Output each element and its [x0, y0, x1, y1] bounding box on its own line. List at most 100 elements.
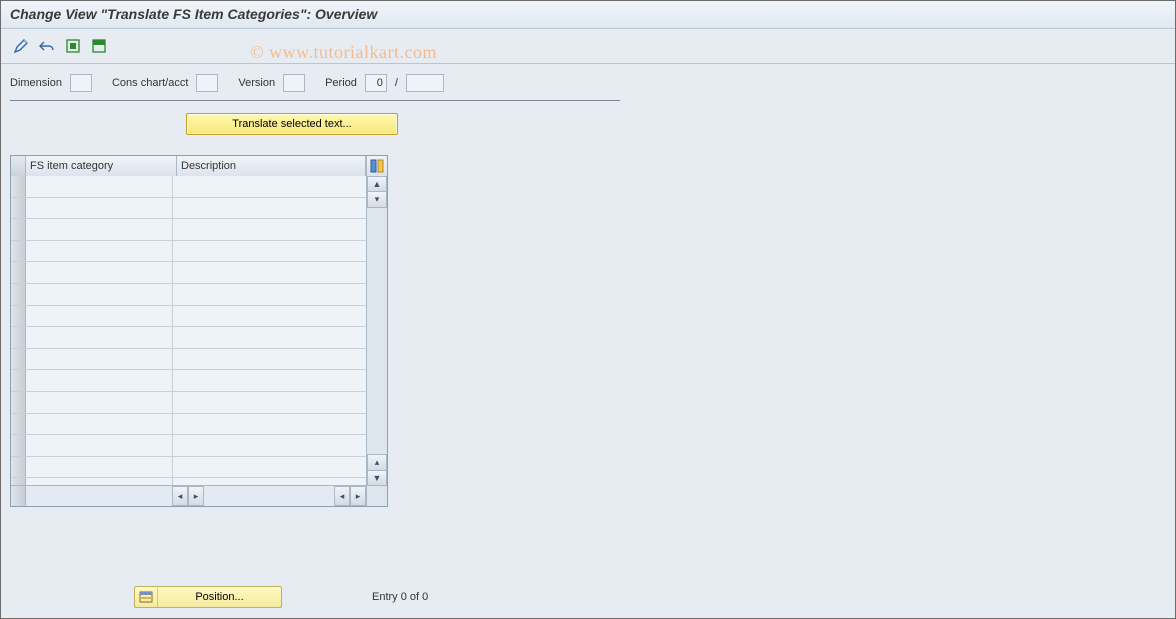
undo-button[interactable]: [36, 35, 58, 57]
translate-selected-text-button[interactable]: Translate selected text...: [186, 113, 398, 135]
cell-category[interactable]: [26, 349, 173, 370]
table-row[interactable]: [11, 457, 367, 479]
scroll-right-button-1[interactable]: ▸: [188, 486, 204, 506]
cell-category[interactable]: [26, 219, 173, 240]
row-selector[interactable]: [11, 306, 26, 327]
year-field[interactable]: [406, 74, 444, 92]
version-label: Version: [238, 77, 275, 89]
cell-description[interactable]: [173, 392, 367, 413]
period-field[interactable]: 0: [365, 74, 387, 92]
row-selector[interactable]: [11, 349, 26, 370]
position-icon: [135, 587, 158, 607]
table-row[interactable]: [11, 349, 367, 371]
period-separator: /: [395, 77, 398, 89]
cell-description[interactable]: [173, 370, 367, 391]
row-selector[interactable]: [11, 219, 26, 240]
page-title: Change View "Translate FS Item Categorie…: [10, 6, 377, 22]
table-row[interactable]: [11, 241, 367, 263]
row-selector[interactable]: [11, 370, 26, 391]
horizontal-scrollbar[interactable]: ◂ ▸ ◂ ▸: [11, 485, 387, 506]
deselect-all-button[interactable]: [88, 35, 110, 57]
deselect-all-icon: [91, 38, 107, 54]
cell-description[interactable]: [173, 327, 367, 348]
row-selector[interactable]: [11, 414, 26, 435]
table-header: FS item category Description: [11, 156, 387, 177]
table-select-all-handle[interactable]: [11, 156, 26, 176]
dimension-label: Dimension: [10, 77, 62, 89]
table-settings-icon: [370, 159, 384, 173]
cell-description[interactable]: [173, 219, 367, 240]
cell-description[interactable]: [173, 198, 367, 219]
cell-category[interactable]: [26, 435, 173, 456]
cell-category[interactable]: [26, 241, 173, 262]
row-selector[interactable]: [11, 284, 26, 305]
position-button-label: Position...: [158, 591, 281, 603]
row-selector[interactable]: [11, 176, 26, 197]
row-selector[interactable]: [11, 198, 26, 219]
vertical-scrollbar[interactable]: ▲ ▾ ▴ ▼: [366, 176, 387, 486]
hscroll-track-2[interactable]: [204, 486, 334, 506]
cell-category[interactable]: [26, 198, 173, 219]
table-row[interactable]: [11, 414, 367, 436]
col-header-description[interactable]: Description: [177, 156, 366, 176]
scroll-down-step-button[interactable]: ▴: [367, 454, 387, 470]
cell-category[interactable]: [26, 457, 173, 478]
scroll-left-button-2[interactable]: ◂: [334, 486, 350, 506]
table-row[interactable]: [11, 435, 367, 457]
row-selector[interactable]: [11, 457, 26, 478]
row-selector[interactable]: [11, 262, 26, 283]
cell-description[interactable]: [173, 176, 367, 197]
fs-item-table: FS item category Description ▲ ▾ ▴ ▼ ◂ ▸…: [10, 155, 388, 507]
table-row[interactable]: [11, 262, 367, 284]
cell-description[interactable]: [173, 457, 367, 478]
cell-category[interactable]: [26, 262, 173, 283]
cell-description[interactable]: [173, 262, 367, 283]
cell-description[interactable]: [173, 435, 367, 456]
cell-category[interactable]: [26, 370, 173, 391]
row-selector[interactable]: [11, 327, 26, 348]
scroll-left-button-1[interactable]: ◂: [172, 486, 188, 506]
selection-fields: Dimension Cons chart/acct Version Period…: [0, 64, 1176, 92]
window-title-bar: Change View "Translate FS Item Categorie…: [0, 0, 1176, 29]
cell-category[interactable]: [26, 176, 173, 197]
row-selector[interactable]: [11, 435, 26, 456]
cons-chart-label: Cons chart/acct: [112, 77, 188, 89]
cell-description[interactable]: [173, 414, 367, 435]
position-button[interactable]: Position...: [134, 586, 282, 608]
table-row[interactable]: [11, 198, 367, 220]
cell-description[interactable]: [173, 349, 367, 370]
table-row[interactable]: [11, 176, 367, 198]
cell-category[interactable]: [26, 414, 173, 435]
cell-description[interactable]: [173, 284, 367, 305]
scroll-right-button-2[interactable]: ▸: [350, 486, 366, 506]
cons-chart-field[interactable]: [196, 74, 218, 92]
row-selector[interactable]: [11, 392, 26, 413]
table-row[interactable]: [11, 392, 367, 414]
scroll-down-button[interactable]: ▼: [367, 470, 387, 486]
cell-description[interactable]: [173, 241, 367, 262]
table-body: [11, 176, 367, 486]
scroll-up-step-button[interactable]: ▾: [367, 192, 387, 208]
undo-icon: [39, 38, 55, 54]
table-row[interactable]: [11, 327, 367, 349]
col-header-category[interactable]: FS item category: [26, 156, 177, 176]
select-all-button[interactable]: [62, 35, 84, 57]
version-field[interactable]: [283, 74, 305, 92]
table-row[interactable]: [11, 284, 367, 306]
table-row[interactable]: [11, 370, 367, 392]
dimension-field[interactable]: [70, 74, 92, 92]
cell-description[interactable]: [173, 306, 367, 327]
scroll-up-button[interactable]: ▲: [367, 176, 387, 192]
select-all-icon: [65, 38, 81, 54]
row-selector[interactable]: [11, 241, 26, 262]
cell-category[interactable]: [26, 306, 173, 327]
table-configure-button[interactable]: [366, 156, 387, 176]
cell-category[interactable]: [26, 327, 173, 348]
hscroll-track-1[interactable]: [26, 486, 172, 506]
cell-category[interactable]: [26, 392, 173, 413]
cell-category[interactable]: [26, 284, 173, 305]
table-row[interactable]: [11, 306, 367, 328]
toggle-display-change-button[interactable]: [10, 35, 32, 57]
table-row[interactable]: [11, 219, 367, 241]
hscroll-corner-right: [366, 486, 387, 506]
